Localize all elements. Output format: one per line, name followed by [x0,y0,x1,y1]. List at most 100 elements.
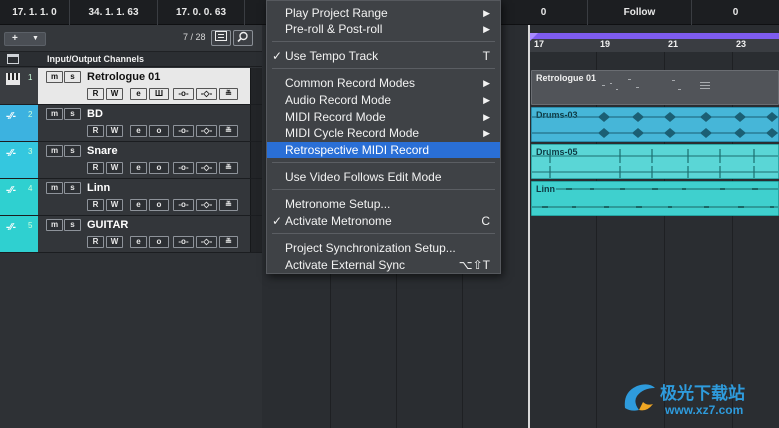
mute-button[interactable]: m [46,108,63,120]
audio-wave-icon: -⁄⁄- [6,185,16,196]
punch-time[interactable]: 17. 0. 0. 63 [158,0,245,25]
menu-retrospective-midi-record[interactable]: Retrospective MIDI Record [267,142,500,158]
mute-button[interactable]: m [46,145,63,157]
write-button[interactable]: W [106,236,123,248]
diamond-icon[interactable]: -◇- [196,88,217,100]
track-number: 1 [28,73,33,82]
checkmark-icon: ✓ [272,214,283,228]
track-bd[interactable]: -⁄⁄- 2 m s BD R W e o -o- -◇- ≞ [0,105,262,142]
read-button[interactable]: R [87,88,104,100]
monitor-icon[interactable]: -o- [173,88,194,100]
edit-button[interactable]: e [130,236,147,248]
write-button[interactable]: W [106,162,123,174]
menu-play-project-range[interactable]: Play Project Range ▶ [267,5,500,21]
list-icon [215,31,227,41]
audio-event-drums05[interactable]: Drums-05 [531,144,779,179]
watermark-text: 极光下载站 [660,384,745,403]
monitor-input-icon[interactable]: o [149,236,169,248]
chevron-right-icon: ▶ [483,78,490,88]
watermark-url: www.xz7.com [665,403,744,417]
solo-button[interactable]: s [64,71,81,83]
chevron-right-icon: ▶ [483,128,490,138]
lane-icon[interactable]: ≞ [219,88,238,100]
write-button[interactable]: W [106,125,123,137]
track-count: 7 / 28 [183,32,206,42]
edit-button[interactable]: e [130,125,147,137]
track-number: 5 [28,221,33,230]
lane-icon[interactable]: ≞ [219,236,238,248]
locator-right[interactable]: 34. 1. 1. 63 [70,0,158,25]
audio-event-linn[interactable]: Linn [531,181,779,216]
menu-activate-external-sync[interactable]: Activate External Sync ⌥⇧T [267,257,500,273]
track-retrologue[interactable]: 1 m s Retrologue 01 R W e Ш -o- -◇- ≞ [0,68,262,105]
waveform-icon [532,112,778,138]
read-button[interactable]: R [87,199,104,211]
lane-icon[interactable]: ≞ [219,125,238,137]
chevron-down-icon: ▼ [32,35,39,42]
menu-audio-record-mode[interactable]: Audio Record Mode ▶ [267,92,500,108]
menu-midi-cycle-record-mode[interactable]: MIDI Cycle Record Mode ▶ [267,125,500,141]
diamond-icon[interactable]: -◇- [196,236,217,248]
solo-button[interactable]: s [64,182,81,194]
solo-button[interactable]: s [64,108,81,120]
audio-wave-icon: -⁄⁄- [6,148,16,159]
read-button[interactable]: R [87,236,104,248]
mute-button[interactable]: m [46,71,63,83]
solo-button[interactable]: s [64,145,81,157]
track-linn[interactable]: -⁄⁄- 4 m s Linn R W e o -o- -◇- ≞ [0,179,262,216]
menu-preroll-postroll[interactable]: Pre-roll & Post-roll ▶ [267,21,500,37]
monitor-icon[interactable]: -o- [173,199,194,211]
menu-midi-record-mode[interactable]: MIDI Record Mode ▶ [267,109,500,125]
solo-button[interactable]: s [64,219,81,231]
audio-event-drums03[interactable]: Drums-03 [531,107,779,142]
write-button[interactable]: W [106,88,123,100]
lane-icon[interactable]: ≞ [219,199,238,211]
write-button[interactable]: W [106,199,123,211]
instrument-editor-icon[interactable]: Ш [149,88,169,100]
level-meter [250,142,262,178]
menu-project-sync-setup[interactable]: Project Synchronization Setup... [267,240,500,256]
lane-icon[interactable]: ≞ [219,162,238,174]
menu-activate-metronome[interactable]: ✓ Activate Metronome C [267,213,500,229]
track-number: 4 [28,184,33,193]
menu-metronome-setup[interactable]: Metronome Setup... [267,196,500,212]
io-channels-row[interactable]: Input/Output Channels [0,52,262,67]
read-button[interactable]: R [87,125,104,137]
track-list: + ▼ 7 / 28 Input/Output Channels 1 m s R… [0,25,262,428]
audio-wave-icon: -⁄⁄- [6,111,16,122]
midi-part-retrologue[interactable]: Retrologue 01 [531,70,779,105]
monitor-input-icon[interactable]: o [149,199,169,211]
mute-button[interactable]: m [46,182,63,194]
edit-button[interactable]: e [130,199,147,211]
search-button[interactable] [233,30,253,46]
monitor-icon[interactable]: -o- [173,236,194,248]
project-cursor[interactable] [528,25,530,428]
mute-button[interactable]: m [46,219,63,231]
menu-video-follows-edit-mode[interactable]: Use Video Follows Edit Mode [267,169,500,185]
monitor-icon[interactable]: -o- [173,162,194,174]
ruler-mark: 23 [736,39,747,49]
diamond-icon[interactable]: -◇- [196,199,217,211]
monitor-icon[interactable]: -o- [173,125,194,137]
checkmark-icon: ✓ [272,49,283,63]
edit-button[interactable]: e [130,88,147,100]
menu-use-tempo-track[interactable]: ✓ Use Tempo Track T [267,48,500,64]
follow-button[interactable]: Follow [588,0,692,25]
diamond-icon[interactable]: -◇- [196,162,217,174]
menu-common-record-modes[interactable]: Common Record Modes ▶ [267,75,500,91]
add-track-button[interactable]: + ▼ [4,32,46,46]
edit-button[interactable]: e [130,162,147,174]
transport-value-2[interactable]: 0 [692,0,779,25]
track-visibility-button[interactable] [211,30,231,46]
diamond-icon[interactable]: -◇- [196,125,217,137]
track-name: Snare [87,145,118,157]
chevron-right-icon: ▶ [483,95,490,105]
monitor-input-icon[interactable]: o [149,162,169,174]
track-snare[interactable]: -⁄⁄- 3 m s Snare R W e o -o- -◇- ≞ [0,142,262,179]
transport-value[interactable]: 0 [500,0,588,25]
locator-left[interactable]: 17. 1. 1. 0 [0,0,70,25]
watermark: 极光下载站 www.xz7.com [619,376,779,428]
read-button[interactable]: R [87,162,104,174]
monitor-input-icon[interactable]: o [149,125,169,137]
track-guitar[interactable]: -⁄⁄- 5 m s GUITAR R W e o -o- -◇- ≞ [0,216,262,253]
